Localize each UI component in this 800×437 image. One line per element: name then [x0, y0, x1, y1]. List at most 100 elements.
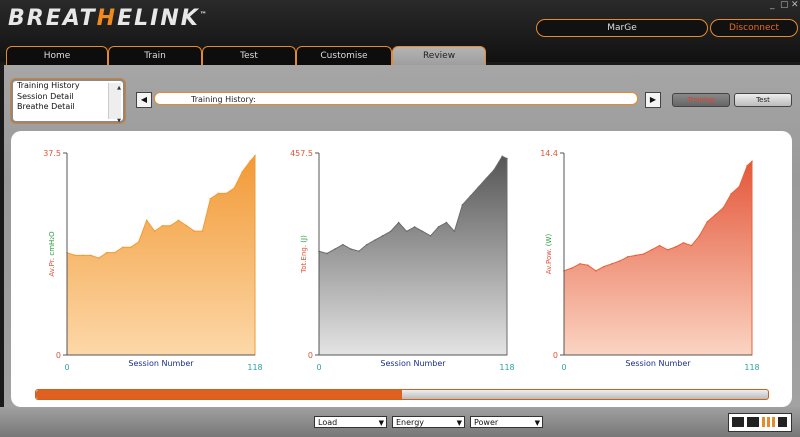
data-point: [169, 224, 172, 227]
x-min-label: 0: [316, 363, 321, 372]
y-axis-title-prefix: Tot.Eng.: [300, 243, 308, 274]
data-point: [106, 251, 108, 254]
disconnect-button[interactable]: Disconnect: [710, 19, 798, 37]
data-point: [437, 226, 440, 228]
data-point: [453, 230, 456, 233]
data-point: [98, 257, 100, 259]
energy-select[interactable]: Energy ▼: [392, 416, 465, 428]
data-point: [90, 254, 92, 257]
layout-triple-icon[interactable]: [762, 417, 765, 427]
test-mode-button[interactable]: Test: [734, 93, 792, 107]
data-point: [249, 160, 252, 162]
layout-toggle[interactable]: [728, 413, 792, 432]
data-point: [722, 206, 725, 209]
y-axis-title: Tot.Eng. (J): [300, 235, 308, 274]
y-axis-title-unit: (W): [545, 234, 553, 247]
data-point: [389, 230, 392, 233]
tab-test[interactable]: Test: [202, 46, 296, 66]
list-item[interactable]: Session Detail: [13, 92, 123, 103]
training-mode-button[interactable]: Training: [672, 93, 730, 107]
chevron-down-icon: ▼: [456, 419, 462, 427]
x-min-label: 0: [561, 363, 566, 372]
data-point: [177, 219, 180, 222]
data-point: [587, 264, 589, 267]
data-point: [595, 270, 597, 272]
layout-triple-icon[interactable]: [767, 417, 770, 427]
y-min-label: 0: [553, 351, 558, 360]
list-scrollbar[interactable]: ▲ ▼: [108, 83, 121, 124]
data-point: [153, 230, 156, 232]
x-axis-title: Session Number: [128, 359, 194, 368]
data-point: [626, 256, 629, 258]
data-point: [634, 254, 637, 257]
data-point: [469, 195, 472, 197]
x-max-label: 118: [247, 363, 262, 372]
data-point: [714, 213, 717, 216]
data-point: [461, 204, 464, 206]
data-point: [445, 221, 448, 224]
data-point: [506, 157, 508, 160]
data-point: [225, 192, 228, 195]
data-point: [373, 239, 376, 242]
progress-fill: [36, 390, 402, 399]
minimize-icon[interactable]: _: [770, 0, 775, 10]
data-point: [74, 254, 76, 257]
data-point: [642, 253, 645, 255]
maximize-icon[interactable]: ▢: [780, 0, 789, 10]
next-button[interactable]: ▶: [645, 92, 661, 108]
user-name-box[interactable]: MarGe: [536, 19, 708, 37]
review-type-list[interactable]: Training History Session Detail Breathe …: [11, 79, 125, 124]
data-point: [666, 248, 669, 251]
tab-review[interactable]: Review: [392, 46, 486, 66]
y-axis-title: Av.Pr. cmH₂O: [48, 231, 56, 277]
prev-button[interactable]: ◀: [136, 92, 152, 108]
data-point: [334, 248, 336, 250]
data-point: [650, 248, 653, 251]
session-progress-bar[interactable]: [35, 389, 769, 400]
layout-single-icon[interactable]: [732, 417, 744, 427]
layout-triple-icon[interactable]: [772, 417, 775, 427]
data-point: [185, 224, 188, 227]
data-point: [751, 160, 753, 163]
data-point: [342, 243, 344, 246]
y-max-label: 37.5: [43, 149, 61, 158]
data-point: [603, 265, 605, 268]
load-select[interactable]: Load ▼: [314, 416, 387, 428]
y-max-label: 457.5: [290, 149, 313, 158]
data-point: [201, 230, 204, 232]
data-point: [193, 230, 196, 232]
data-point: [254, 154, 256, 157]
data-point: [217, 192, 220, 195]
data-point: [493, 168, 496, 171]
data-point: [145, 219, 148, 222]
data-point: [682, 241, 685, 244]
chevron-down-icon: ▼: [378, 419, 384, 427]
y-axis-title-prefix: Av.Pow.: [545, 246, 553, 274]
layout-grid-icon[interactable]: [778, 417, 787, 427]
app-logo: BREATHELINK™: [8, 6, 209, 31]
data-point: [501, 155, 504, 158]
data-point: [161, 224, 164, 227]
data-point: [610, 263, 613, 265]
close-icon[interactable]: ✕: [791, 0, 799, 10]
x-min-label: 0: [64, 363, 69, 372]
data-point: [397, 221, 400, 224]
data-point: [485, 177, 488, 180]
data-point: [730, 192, 733, 195]
data-point: [413, 226, 416, 228]
tab-customise[interactable]: Customise: [296, 46, 392, 66]
list-item[interactable]: Breathe Detail: [13, 102, 123, 113]
x-axis-title: Session Number: [380, 359, 446, 368]
y-axis-title-prefix: Av.Pr.: [48, 256, 56, 277]
data-point: [209, 197, 212, 200]
data-point: [571, 267, 573, 269]
data-point: [381, 234, 384, 237]
layout-double-icon[interactable]: [747, 417, 759, 427]
data-point: [233, 187, 236, 189]
series-area-0: [66, 154, 256, 356]
power-select[interactable]: Power ▼: [470, 416, 543, 428]
tab-train[interactable]: Train: [108, 46, 202, 66]
tab-home[interactable]: Home: [6, 46, 108, 66]
y-axis-title: Av.Pow. (W): [545, 234, 553, 275]
list-item[interactable]: Training History: [13, 81, 123, 92]
